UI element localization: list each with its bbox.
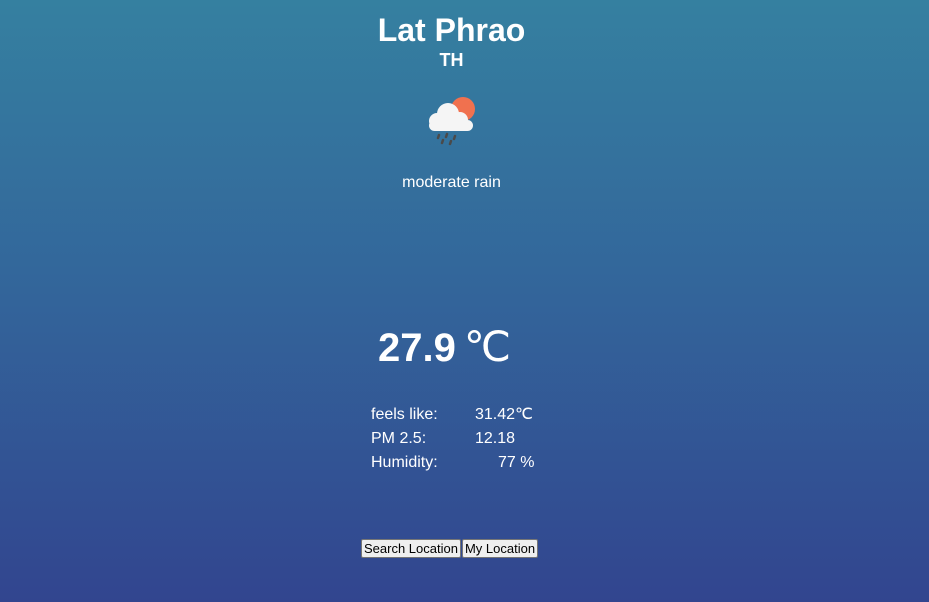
feels-like-label: feels like:	[371, 406, 438, 423]
search-location-button[interactable]: Search Location	[361, 539, 461, 558]
temperature-value: 27.9	[378, 326, 456, 370]
rain-cloud-sun-icon	[429, 97, 475, 146]
weather-description: moderate rain	[402, 174, 501, 191]
humidity-value: 77 %	[498, 454, 535, 471]
detail-row-feels-like: feels like: 31.42℃	[371, 403, 571, 427]
city-name: Lat Phrao	[377, 12, 526, 48]
weather-details: feels like: 31.42℃ PM 2.5: 12.18 Humidit…	[371, 403, 571, 475]
my-location-button[interactable]: My Location	[461, 539, 539, 558]
current-temperature: 27.9 ℃	[378, 324, 511, 381]
humidity-label: Humidity:	[371, 454, 438, 471]
pm25-value: 12.18	[475, 430, 516, 447]
action-buttons: Search Location My Location	[361, 539, 539, 558]
feels-like-value: 31.42℃	[475, 406, 534, 423]
country-code: TH	[439, 50, 464, 70]
detail-row-humidity: Humidity: 77 %	[371, 451, 571, 475]
detail-row-pm25: PM 2.5: 12.18	[371, 427, 571, 451]
pm25-label: PM 2.5:	[371, 430, 427, 447]
temperature-unit: ℃	[463, 325, 512, 371]
